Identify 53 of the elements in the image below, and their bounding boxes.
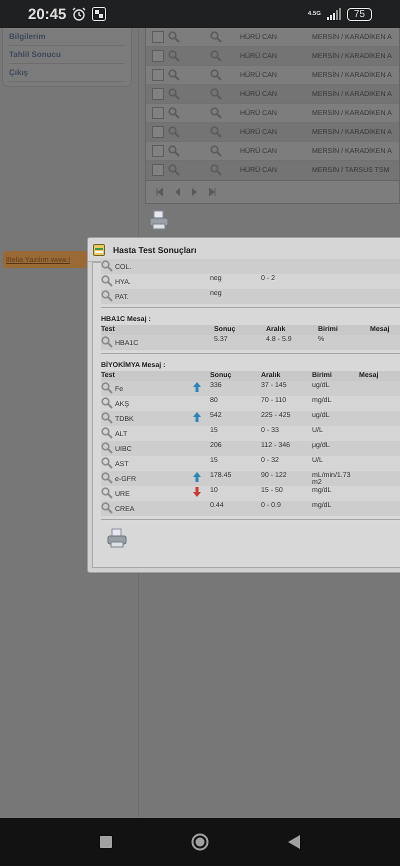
- magnifier-icon[interactable]: [210, 164, 222, 176]
- app-notification-icon: [92, 7, 106, 21]
- magnifier-icon[interactable]: [101, 502, 113, 514]
- magnifier-icon[interactable]: [210, 88, 222, 100]
- next-page-icon[interactable]: [192, 188, 197, 196]
- home-icon[interactable]: [190, 833, 209, 851]
- magnifier-icon[interactable]: [101, 487, 113, 499]
- magnifier-icon[interactable]: [101, 427, 113, 439]
- magnifier-icon[interactable]: [168, 126, 180, 138]
- row-checkbox[interactable]: [152, 69, 164, 81]
- first-page-icon[interactable]: [156, 188, 163, 196]
- row-checkbox[interactable]: [152, 50, 164, 62]
- magnifier-icon[interactable]: [168, 69, 180, 81]
- magnifier-icon[interactable]: [101, 472, 113, 484]
- previous-page-icon[interactable]: [175, 188, 180, 196]
- magnifier-icon[interactable]: [168, 50, 180, 62]
- window-icon: [93, 244, 105, 256]
- magnifier-icon[interactable]: [101, 412, 113, 424]
- magnifier-icon[interactable]: [101, 290, 113, 302]
- magnifier-icon[interactable]: [168, 164, 180, 176]
- magnifier-icon[interactable]: [168, 31, 180, 43]
- magnifier-icon[interactable]: [210, 50, 222, 62]
- printer-icon[interactable]: [149, 210, 169, 230]
- magnifier-icon[interactable]: [210, 69, 222, 81]
- magnifier-icon[interactable]: [101, 397, 113, 409]
- row-checkbox[interactable]: [152, 126, 164, 138]
- magnifier-icon[interactable]: [101, 382, 113, 394]
- row-checkbox[interactable]: [152, 164, 164, 176]
- row-checkbox[interactable]: [152, 88, 164, 100]
- magnifier-icon[interactable]: [210, 145, 222, 157]
- magnifier-icon[interactable]: [101, 457, 113, 469]
- row-checkbox[interactable]: [152, 31, 164, 43]
- magnifier-icon[interactable]: [210, 126, 222, 138]
- magnifier-icon[interactable]: [168, 145, 180, 157]
- magnifier-icon[interactable]: [168, 88, 180, 100]
- magnifier-icon[interactable]: [210, 107, 222, 119]
- last-page-icon[interactable]: [209, 188, 216, 196]
- magnifier-icon[interactable]: [101, 442, 113, 454]
- magnifier-icon[interactable]: [101, 336, 113, 348]
- row-checkbox[interactable]: [152, 145, 164, 157]
- clock-time: 20:45: [28, 6, 66, 22]
- magnifier-icon[interactable]: [210, 31, 222, 43]
- magnifier-icon[interactable]: [101, 260, 113, 272]
- dialog-title: Hasta Test Sonuçları: [113, 244, 196, 254]
- row-checkbox[interactable]: [152, 107, 164, 119]
- magnifier-icon[interactable]: [101, 275, 113, 287]
- battery-level: 75: [346, 8, 372, 20]
- printer-icon[interactable]: [107, 528, 127, 548]
- back-icon[interactable]: [288, 835, 300, 849]
- alarm-clock-icon: [72, 7, 86, 21]
- signal-icon: [326, 8, 341, 20]
- recent-apps-icon[interactable]: [100, 836, 112, 848]
- magnifier-icon[interactable]: [168, 107, 180, 119]
